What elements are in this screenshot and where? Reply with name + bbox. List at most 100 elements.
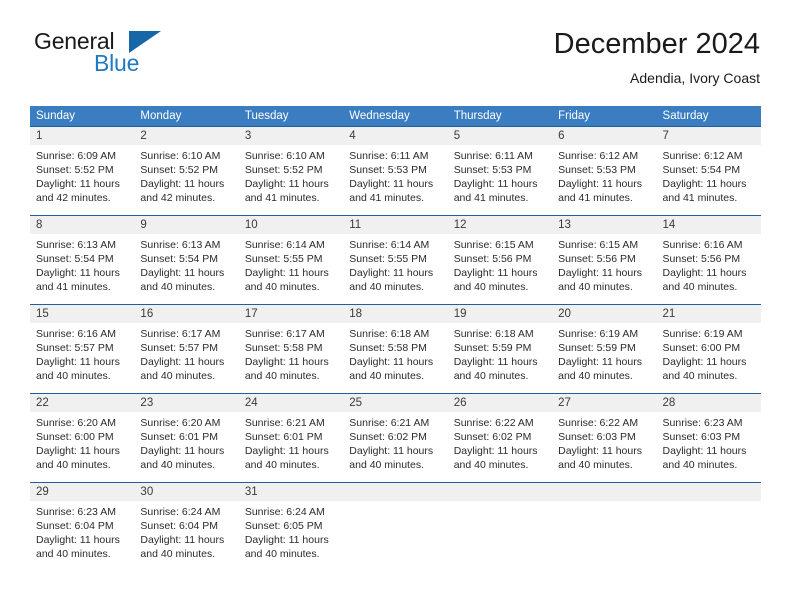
daylight-text-line2: and 40 minutes. <box>662 370 738 382</box>
sunset-text: Sunset: 5:53 PM <box>349 164 427 176</box>
day-cell[interactable]: 11 Sunrise: 6:14 AM Sunset: 5:55 PM Dayligh… <box>343 216 448 304</box>
week-row: 29 Sunrise: 6:23 AM Sunset: 6:04 PM Dayligh… <box>30 482 761 571</box>
day-number: 19 <box>447 305 553 323</box>
day-cell[interactable]: 31 Sunrise: 6:24 AM Sunset: 6:05 PM Dayligh… <box>238 483 344 571</box>
daylight-text-line1: Daylight: 11 hours <box>140 356 225 368</box>
sunset-text: Sunset: 5:56 PM <box>558 253 636 265</box>
day-details: Sunrise: 6:14 AM Sunset: 5:55 PM Daylight:… <box>343 234 447 294</box>
sunrise-text: Sunrise: 6:22 AM <box>558 417 639 429</box>
day-cell[interactable]: 28 Sunrise: 6:23 AM Sunset: 6:03 PM Dayligh… <box>656 394 761 482</box>
day-cell[interactable]: 3 Sunrise: 6:10 AM Sunset: 5:52 PM Daylight… <box>238 127 344 215</box>
day-cell[interactable]: 9 Sunrise: 6:13 AM Sunset: 5:54 PM Daylight… <box>134 216 239 304</box>
day-details: Sunrise: 6:22 AM Sunset: 6:02 PM Daylight:… <box>448 412 552 472</box>
day-cell[interactable]: 12 Sunrise: 6:15 AM Sunset: 5:56 PM Dayligh… <box>447 216 553 304</box>
daylight-text-line2: and 42 minutes. <box>36 192 111 204</box>
daylight-text-line1: Daylight: 11 hours <box>36 356 120 368</box>
day-number: 6 <box>552 127 657 145</box>
day-cell[interactable]: 17 Sunrise: 6:17 AM Sunset: 5:58 PM Dayligh… <box>238 305 344 393</box>
general-blue-logo[interactable]: General Blue <box>34 28 234 86</box>
sunset-text: Sunset: 5:53 PM <box>558 164 636 176</box>
sunset-text: Sunset: 5:53 PM <box>453 164 532 176</box>
weekday-header-row: Sunday Monday Tuesday Wednesday Thursday… <box>30 106 761 126</box>
day-cell[interactable]: 6 Sunrise: 6:12 AM Sunset: 5:53 PM Daylight… <box>552 127 657 215</box>
day-cell-empty <box>343 483 448 571</box>
day-details: Sunrise: 6:10 AM Sunset: 5:52 PM Daylight:… <box>239 145 343 205</box>
daylight-text-line2: and 40 minutes. <box>453 459 529 471</box>
daylight-text-line2: and 40 minutes. <box>36 370 111 382</box>
day-cell[interactable]: 26 Sunrise: 6:22 AM Sunset: 6:02 PM Dayligh… <box>447 394 553 482</box>
daylight-text-line2: and 40 minutes. <box>36 548 111 560</box>
day-cell[interactable]: 8 Sunrise: 6:13 AM Sunset: 5:54 PM Daylight… <box>30 216 135 304</box>
day-details: Sunrise: 6:17 AM Sunset: 5:58 PM Daylight:… <box>239 323 343 383</box>
day-cell[interactable]: 16 Sunrise: 6:17 AM Sunset: 5:57 PM Dayligh… <box>134 305 239 393</box>
daylight-text-line1: Daylight: 11 hours <box>662 445 747 457</box>
day-cell[interactable]: 23 Sunrise: 6:20 AM Sunset: 6:01 PM Dayligh… <box>134 394 239 482</box>
sunrise-text: Sunrise: 6:22 AM <box>453 417 534 429</box>
sunset-text: Sunset: 5:57 PM <box>36 342 114 354</box>
daylight-text-line2: and 40 minutes. <box>244 548 320 560</box>
day-cell[interactable]: 29 Sunrise: 6:23 AM Sunset: 6:04 PM Dayligh… <box>30 483 135 571</box>
sunset-text: Sunset: 5:59 PM <box>453 342 532 354</box>
day-details: Sunrise: 6:18 AM Sunset: 5:58 PM Daylight:… <box>343 323 447 383</box>
day-cell[interactable]: 14 Sunrise: 6:16 AM Sunset: 5:56 PM Dayligh… <box>656 216 761 304</box>
sunset-text: Sunset: 6:03 PM <box>662 431 741 443</box>
day-cell[interactable]: 20 Sunrise: 6:19 AM Sunset: 5:59 PM Dayligh… <box>552 305 657 393</box>
day-details: Sunrise: 6:22 AM Sunset: 6:03 PM Daylight:… <box>552 412 656 472</box>
sunrise-text: Sunrise: 6:16 AM <box>36 328 116 340</box>
daylight-text-line2: and 40 minutes. <box>662 281 738 293</box>
day-details: Sunrise: 6:11 AM Sunset: 5:53 PM Daylight:… <box>343 145 447 205</box>
day-number: 15 <box>30 305 135 323</box>
day-cell[interactable]: 13 Sunrise: 6:15 AM Sunset: 5:56 PM Dayligh… <box>552 216 657 304</box>
day-details: Sunrise: 6:21 AM Sunset: 6:01 PM Daylight:… <box>239 412 343 472</box>
day-number: 26 <box>447 394 553 412</box>
daylight-text-line2: and 41 minutes. <box>662 192 738 204</box>
day-number: 8 <box>30 216 135 234</box>
day-cell[interactable]: 21 Sunrise: 6:19 AM Sunset: 6:00 PM Dayligh… <box>656 305 761 393</box>
day-cell[interactable]: 7 Sunrise: 6:12 AM Sunset: 5:54 PM Daylight… <box>656 127 761 215</box>
sunset-text: Sunset: 5:54 PM <box>662 164 741 176</box>
sunset-text: Sunset: 6:00 PM <box>36 431 114 443</box>
daylight-text-line1: Daylight: 11 hours <box>36 445 120 457</box>
daylight-text-line1: Daylight: 11 hours <box>244 534 329 546</box>
day-cell[interactable]: 25 Sunrise: 6:21 AM Sunset: 6:02 PM Dayligh… <box>343 394 448 482</box>
week-row: 22 Sunrise: 6:20 AM Sunset: 6:00 PM Dayligh… <box>30 393 761 482</box>
daylight-text-line2: and 40 minutes. <box>349 370 424 382</box>
day-number: 2 <box>134 127 239 145</box>
sunrise-text: Sunrise: 6:12 AM <box>662 150 743 162</box>
day-cell[interactable]: 30 Sunrise: 6:24 AM Sunset: 6:04 PM Dayligh… <box>134 483 239 571</box>
day-cell[interactable]: 1 Sunrise: 6:09 AM Sunset: 5:52 PM Daylight… <box>30 127 135 215</box>
day-number: 4 <box>343 127 448 145</box>
day-cell[interactable]: 27 Sunrise: 6:22 AM Sunset: 6:03 PM Dayligh… <box>552 394 657 482</box>
day-number: 14 <box>656 216 761 234</box>
day-cell[interactable]: 4 Sunrise: 6:11 AM Sunset: 5:53 PM Daylight… <box>343 127 448 215</box>
sunrise-text: Sunrise: 6:19 AM <box>662 328 743 340</box>
weekday-header-friday: Friday <box>558 110 591 122</box>
day-cell[interactable]: 18 Sunrise: 6:18 AM Sunset: 5:58 PM Dayligh… <box>343 305 448 393</box>
sunrise-text: Sunrise: 6:14 AM <box>244 239 325 251</box>
day-cell[interactable]: 2 Sunrise: 6:10 AM Sunset: 5:52 PM Daylight… <box>134 127 239 215</box>
day-cell[interactable]: 22 Sunrise: 6:20 AM Sunset: 6:00 PM Dayligh… <box>30 394 135 482</box>
daylight-text-line2: and 40 minutes. <box>558 459 633 471</box>
weekday-header-monday: Monday <box>140 110 182 122</box>
day-number: 5 <box>447 127 553 145</box>
day-cell[interactable]: 24 Sunrise: 6:21 AM Sunset: 6:01 PM Dayligh… <box>238 394 344 482</box>
day-details: Sunrise: 6:15 AM Sunset: 5:56 PM Daylight:… <box>552 234 656 294</box>
day-cell[interactable]: 19 Sunrise: 6:18 AM Sunset: 5:59 PM Dayligh… <box>447 305 553 393</box>
day-cell[interactable]: 10 Sunrise: 6:14 AM Sunset: 5:55 PM Dayligh… <box>238 216 344 304</box>
day-cell[interactable]: 5 Sunrise: 6:11 AM Sunset: 5:53 PM Daylight… <box>447 127 553 215</box>
week-row: 1 Sunrise: 6:09 AM Sunset: 5:52 PM Daylight… <box>30 126 761 215</box>
day-number: 30 <box>134 483 239 501</box>
day-cell[interactable]: 15 Sunrise: 6:16 AM Sunset: 5:57 PM Dayligh… <box>30 305 135 393</box>
sunset-text: Sunset: 6:02 PM <box>349 431 427 443</box>
weekday-header-saturday: Saturday <box>662 110 709 122</box>
daylight-text-line2: and 42 minutes. <box>140 192 216 204</box>
sunset-text: Sunset: 5:56 PM <box>662 253 741 265</box>
sunrise-text: Sunrise: 6:17 AM <box>140 328 221 340</box>
daylight-text-line2: and 41 minutes. <box>453 192 529 204</box>
sunset-text: Sunset: 6:03 PM <box>558 431 636 443</box>
sunrise-text: Sunrise: 6:13 AM <box>36 239 116 251</box>
day-number: 27 <box>552 394 657 412</box>
sunrise-text: Sunrise: 6:18 AM <box>349 328 430 340</box>
daylight-text-line2: and 40 minutes. <box>140 459 216 471</box>
day-number <box>343 483 448 501</box>
